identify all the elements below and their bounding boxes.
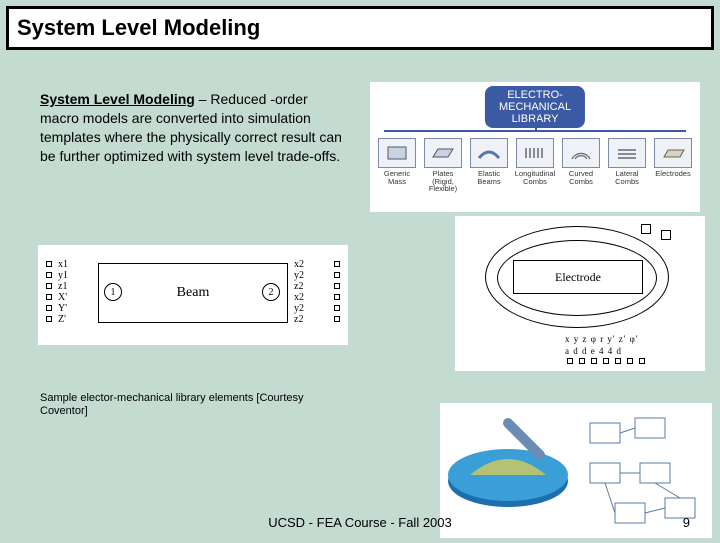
- lib-header-l1: ELECTRO-: [499, 89, 571, 101]
- description-paragraph: System Level Modeling – Reduced -order m…: [40, 90, 350, 166]
- port-label: x1: [58, 259, 68, 270]
- port-label: x2: [294, 292, 304, 303]
- lib-label: Generic Mass: [384, 170, 410, 185]
- page-number: 9: [683, 515, 690, 530]
- lib-item-elastic-beams: Elastic Beams: [468, 138, 510, 193]
- figure-caption: Sample elector-mechanical library elemen…: [40, 392, 340, 418]
- tree-branch: [384, 130, 686, 132]
- lib-label: Elastic Beams: [477, 170, 500, 185]
- plates-icon: [424, 138, 462, 168]
- slide-footer: UCSD - FEA Course - Fall 2003: [0, 515, 720, 530]
- port-label: y2: [294, 270, 304, 281]
- lib-item-curved-combs: Curved Combs: [560, 138, 602, 193]
- port-label: y2: [294, 303, 304, 314]
- pin-icon: [334, 261, 340, 267]
- beam-port-1: 1: [104, 283, 122, 301]
- lib-item-lateral-combs: Lateral Combs: [606, 138, 648, 193]
- beam-left-ports: x1 y1 z1 X' Y' Z': [58, 259, 68, 325]
- pin-icon: [567, 358, 573, 364]
- lib-header-l2: MECHANICAL: [499, 101, 571, 113]
- port-label: y1: [58, 270, 68, 281]
- lib-item-plates: Plates (Rigid, Flexible): [422, 138, 464, 193]
- electrode-sq-icon: [661, 230, 671, 240]
- lib-label: Longitudinal Combs: [515, 170, 555, 185]
- lib-item-generic-mass: Generic Mass: [376, 138, 418, 193]
- lib-label: Electrodes: [655, 170, 690, 178]
- port-label: z2: [294, 314, 304, 325]
- lib-label: Curved Combs: [569, 170, 593, 185]
- electrode-port-row2: a d d e 4 4 d: [565, 346, 622, 356]
- port-label: Z': [58, 314, 68, 325]
- lib-item-electrodes: Electrodes: [652, 138, 694, 193]
- electrodes-icon: [654, 138, 692, 168]
- beam-title: Beam: [177, 285, 210, 301]
- pin-icon: [46, 272, 52, 278]
- beam-port-2: 2: [262, 283, 280, 301]
- pin-icon: [46, 283, 52, 289]
- beam-rect: Beam: [98, 263, 288, 323]
- electrode-title: Electrode: [555, 270, 601, 285]
- port-label: x2: [294, 259, 304, 270]
- pin-icon: [627, 358, 633, 364]
- page-title: System Level Modeling: [17, 15, 260, 41]
- electrode-element-diagram: Electrode x y z φ r y' z' φ' a d d e 4 4…: [455, 216, 705, 371]
- pin-icon: [46, 294, 52, 300]
- lib-label: Plates (Rigid, Flexible): [429, 170, 457, 193]
- pin-icon: [603, 358, 609, 364]
- pin-icon: [334, 283, 340, 289]
- title-bar: System Level Modeling: [6, 6, 714, 50]
- electrode-port-row1: x y z φ r y' z' φ': [565, 334, 639, 344]
- pin-icon: [334, 316, 340, 322]
- pin-icon: [591, 358, 597, 364]
- electrode-sq-icon: [641, 224, 651, 234]
- beam-right-ports: x2 y2 z2 x2 y2 z2: [294, 259, 304, 325]
- pin-icon: [639, 358, 645, 364]
- pin-icon: [334, 272, 340, 278]
- library-items-row: Generic Mass Plates (Rigid, Flexible) El…: [376, 138, 694, 193]
- description-lead: System Level Modeling: [40, 91, 195, 107]
- beam-element-diagram: Beam 1 2 x1 y1 z1 X' Y' Z' x2 y2 z2 x2 y…: [38, 245, 348, 345]
- lib-item-longitudinal-combs: Longitudinal Combs: [514, 138, 556, 193]
- port-label: z1: [58, 281, 68, 292]
- library-tree-diagram: ELECTRO- MECHANICAL LIBRARY Generic Mass…: [370, 82, 700, 212]
- pin-icon: [46, 305, 52, 311]
- pin-icon: [46, 261, 52, 267]
- pin-icon: [46, 316, 52, 322]
- pin-icon: [615, 358, 621, 364]
- port-label: z2: [294, 281, 304, 292]
- port-label: X': [58, 292, 68, 303]
- pin-icon: [334, 294, 340, 300]
- lib-label: Lateral Combs: [615, 170, 639, 185]
- electrode-rect: Electrode: [513, 260, 643, 294]
- longitudinal-combs-icon: [516, 138, 554, 168]
- port-label: Y': [58, 303, 68, 314]
- lateral-combs-icon: [608, 138, 646, 168]
- pin-icon: [334, 305, 340, 311]
- elastic-beams-icon: [470, 138, 508, 168]
- tree-trunk: [535, 118, 537, 130]
- pin-icon: [579, 358, 585, 364]
- curved-combs-icon: [562, 138, 600, 168]
- generic-mass-icon: [378, 138, 416, 168]
